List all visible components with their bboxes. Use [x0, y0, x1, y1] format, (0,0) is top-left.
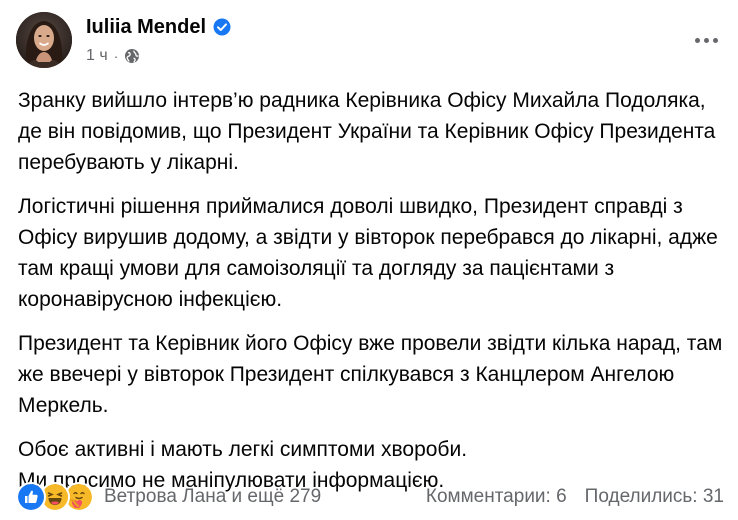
verified-badge-icon	[213, 18, 231, 36]
facebook-post: Iuliia Mendel 1 ч · Зранку вийшло інтерв…	[0, 0, 738, 520]
comments-count-link[interactable]: Комментарии: 6	[426, 486, 567, 508]
post-paragraph: Логістичні рішення приймалися доволі шви…	[18, 195, 718, 311]
post-paragraph: Зранку вийшло інтерв’ю радника Керівника…	[18, 89, 716, 174]
reactions-summary[interactable]: Ветрова Лана и ещё 279	[16, 482, 321, 512]
author-name[interactable]: Iuliia Mendel	[86, 16, 206, 39]
meta-separator: ·	[113, 48, 119, 64]
reaction-icons	[16, 482, 94, 512]
more-options-button[interactable]	[688, 26, 724, 54]
shares-count-link[interactable]: Поделились: 31	[585, 486, 724, 508]
like-reaction-icon[interactable]	[16, 482, 46, 512]
post-header: Iuliia Mendel 1 ч ·	[16, 12, 231, 68]
header-text: Iuliia Mendel 1 ч ·	[86, 12, 231, 66]
reactions-count[interactable]: Ветрова Лана и ещё 279	[104, 486, 321, 508]
post-paragraph: Президент та Керівник його Офісу вже про…	[18, 332, 723, 417]
globe-icon[interactable]	[124, 48, 140, 64]
more-options-icon	[694, 37, 718, 43]
post-body: Зранку вийшло інтерв’ю радника Керівника…	[18, 85, 723, 509]
avatar[interactable]	[16, 12, 72, 68]
post-timestamp[interactable]: 1 ч	[86, 47, 108, 65]
post-footer: Ветрова Лана и ещё 279 Комментарии: 6 По…	[16, 480, 724, 514]
avatar-photo	[16, 12, 72, 68]
post-meta: 1 ч ·	[86, 46, 231, 66]
post-stats: Комментарии: 6 Поделились: 31	[426, 486, 724, 508]
name-row: Iuliia Mendel	[86, 14, 231, 40]
